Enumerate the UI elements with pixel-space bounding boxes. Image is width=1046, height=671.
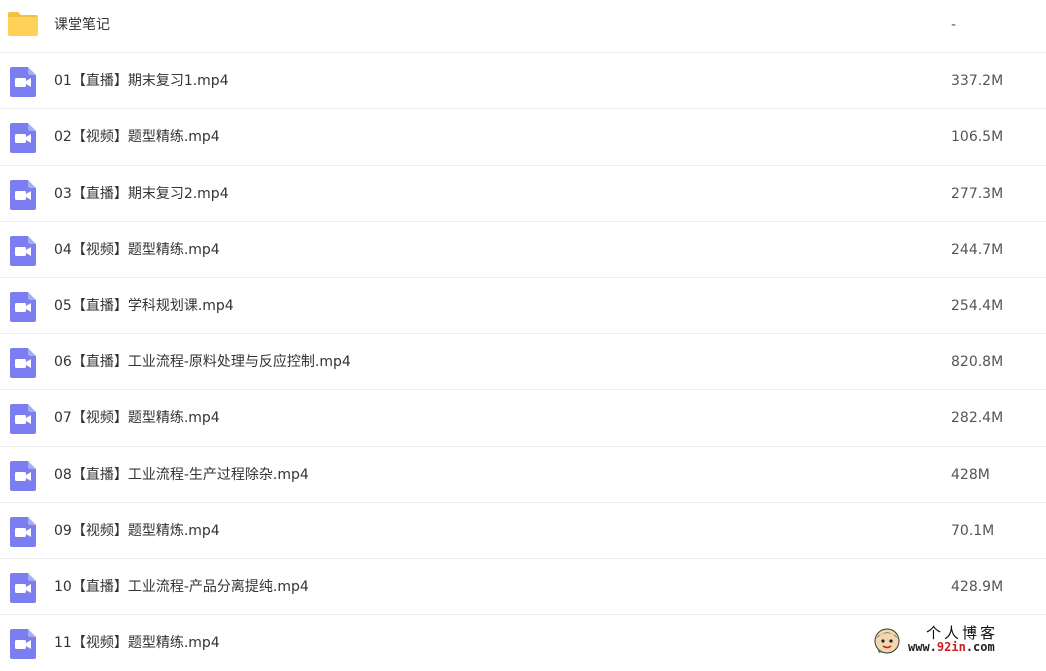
video-file-icon [8,629,38,660]
file-size: 106.5M [951,129,1004,146]
file-row[interactable]: 08【直播】工业流程-生产过程除杂.mp4 428M [0,447,1046,503]
file-row[interactable]: 07【视频】题型精练.mp4 282.4M [0,390,1046,447]
file-row[interactable]: 10【直播】工业流程-产品分离提纯.mp4 428.9M [0,559,1046,616]
avatar-icon [874,628,900,654]
file-size: 428M [951,466,990,483]
file-name[interactable]: 06【直播】工业流程-原料处理与反应控制.mp4 [54,334,351,390]
file-size: 70.1M [951,522,995,539]
file-name[interactable]: 04【视频】题型精练.mp4 [54,222,220,278]
watermark: 个人博客 www.92in.com [872,622,1040,658]
video-file-icon [8,460,38,491]
file-size: 820.8M [951,354,1004,371]
video-file-icon [8,179,38,210]
file-size: 254.4M [951,297,1004,314]
file-row[interactable]: 03【直播】期末复习2.mp4 277.3M [0,166,1046,222]
file-row[interactable]: 05【直播】学科规划课.mp4 254.4M [0,278,1046,335]
watermark-url-prefix: www. [908,640,937,654]
video-file-icon [8,572,38,603]
watermark-url-suffix: .com [965,640,995,654]
watermark-url: www.92in.com [908,640,995,654]
file-name[interactable]: 课堂笔记 [54,0,110,53]
folder-icon [7,10,38,40]
video-file-icon [8,291,38,322]
file-name[interactable]: 01【直播】期末复习1.mp4 [54,53,229,109]
video-file-icon [8,516,38,547]
file-name[interactable]: 07【视频】题型精练.mp4 [54,390,220,446]
folder-row[interactable]: 课堂笔记 - [0,0,1046,54]
video-file-icon [8,123,38,154]
watermark-url-accent: 92in [936,640,966,654]
file-row[interactable]: 04【视频】题型精练.mp4 244.7M [0,222,1046,278]
file-size: 428.9M [951,578,1004,595]
file-row[interactable]: 01【直播】期末复习1.mp4 337.2M [0,53,1046,110]
video-file-icon [8,348,38,379]
file-name[interactable]: 10【直播】工业流程-产品分离提纯.mp4 [54,559,309,615]
file-list: 课堂笔记 - 01【直播】期末复习1.mp4 337.2M 02【视频】题型精练.mp4… [0,0,1046,671]
video-file-icon [8,404,38,435]
file-size: 337.2M [951,73,1004,90]
file-row[interactable]: 06【直播】工业流程-原料处理与反应控制.mp4 820.8M [0,334,1046,391]
file-name[interactable]: 03【直播】期末复习2.mp4 [54,166,229,222]
file-name[interactable]: 02【视频】题型精练.mp4 [54,109,220,165]
file-size: 282.4M [951,410,1004,427]
file-row[interactable]: 02【视频】题型精练.mp4 106.5M [0,109,1046,166]
file-name[interactable]: 05【直播】学科规划课.mp4 [54,278,234,334]
file-size: 277.3M [951,185,1004,202]
video-file-icon [8,67,38,98]
file-name[interactable]: 09【视频】题型精炼.mp4 [54,503,220,559]
file-name[interactable]: 11【视频】题型精练.mp4 [54,615,220,671]
file-size: 244.7M [951,241,1004,258]
file-row[interactable]: 09【视频】题型精炼.mp4 70.1M [0,503,1046,559]
file-size: - [951,17,957,33]
video-file-icon [8,235,38,266]
file-name[interactable]: 08【直播】工业流程-生产过程除杂.mp4 [54,447,309,503]
